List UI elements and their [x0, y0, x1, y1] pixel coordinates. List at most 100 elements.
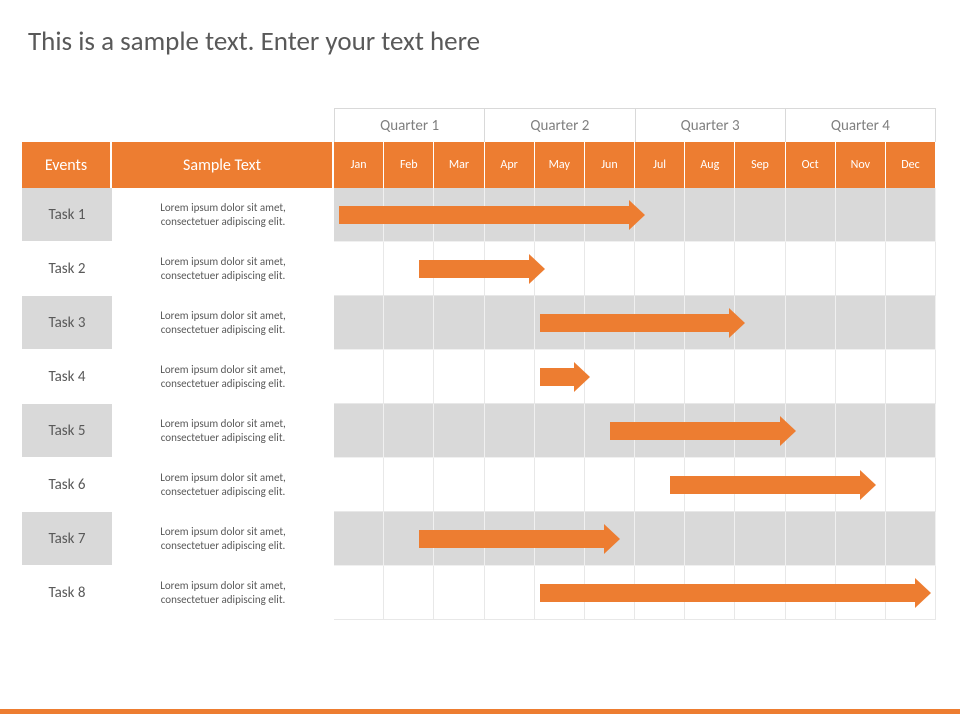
task-label: Task 5 — [22, 404, 112, 458]
grid-cell — [485, 512, 535, 566]
grid-cell — [886, 296, 936, 350]
grid-area — [334, 242, 936, 296]
header-sample-text: Sample Text — [112, 142, 334, 188]
grid-cell — [635, 512, 685, 566]
grid-cell — [685, 350, 735, 404]
grid-cell — [434, 404, 484, 458]
grid-cell — [384, 350, 434, 404]
task-label: Task 4 — [22, 350, 112, 404]
grid-cell — [685, 458, 735, 512]
grid-cell — [786, 296, 836, 350]
grid-cell — [485, 404, 535, 458]
grid-cell — [786, 404, 836, 458]
grid-cell — [485, 458, 535, 512]
grid-cell — [786, 350, 836, 404]
grid-cell — [585, 350, 635, 404]
grid-cell — [886, 512, 936, 566]
grid-cell — [886, 404, 936, 458]
grid-cell — [535, 566, 585, 620]
grid-cell — [334, 242, 384, 296]
grid-cell — [334, 512, 384, 566]
month-label: Apr — [485, 142, 535, 188]
grid-cell — [886, 188, 936, 242]
grid-cell — [485, 188, 535, 242]
grid-cell — [635, 404, 685, 458]
grid-cell — [384, 458, 434, 512]
grid-cell — [384, 296, 434, 350]
task-row: Task 5Lorem ipsum dolor sit amet,consect… — [22, 404, 936, 458]
grid-cell — [836, 188, 886, 242]
grid-cell — [886, 350, 936, 404]
grid-cell — [585, 566, 635, 620]
grid-cell — [836, 350, 886, 404]
month-label: Nov — [836, 142, 886, 188]
task-label: Task 6 — [22, 458, 112, 512]
spacer — [22, 108, 334, 142]
grid-cell — [886, 242, 936, 296]
grid-cell — [735, 512, 785, 566]
grid-cell — [434, 350, 484, 404]
grid-cell — [434, 566, 484, 620]
grid-cell — [836, 404, 886, 458]
grid-cell — [434, 512, 484, 566]
month-label: Oct — [786, 142, 836, 188]
grid-area — [334, 458, 936, 512]
grid-area — [334, 566, 936, 620]
grid-cell — [735, 566, 785, 620]
month-label: Jun — [585, 142, 635, 188]
grid-cell — [685, 188, 735, 242]
task-row: Task 4Lorem ipsum dolor sit amet,consect… — [22, 350, 936, 404]
grid-cell — [635, 188, 685, 242]
task-label: Task 2 — [22, 242, 112, 296]
grid-cell — [685, 566, 735, 620]
grid-cell — [886, 458, 936, 512]
grid-cell — [735, 296, 785, 350]
grid-cell — [334, 350, 384, 404]
grid-cell — [786, 512, 836, 566]
grid-cell — [434, 296, 484, 350]
grid-cell — [685, 296, 735, 350]
header-events: Events — [22, 142, 112, 188]
grid-cell — [585, 404, 635, 458]
grid-area — [334, 404, 936, 458]
grid-cell — [735, 188, 785, 242]
grid-cell — [535, 458, 585, 512]
grid-cell — [836, 296, 886, 350]
grid-cell — [384, 566, 434, 620]
month-label: Dec — [886, 142, 936, 188]
grid-cell — [735, 242, 785, 296]
grid-cell — [384, 242, 434, 296]
task-description: Lorem ipsum dolor sit amet,consectetuer … — [112, 350, 334, 404]
task-row: Task 1Lorem ipsum dolor sit amet,consect… — [22, 188, 936, 242]
grid-cell — [836, 512, 886, 566]
grid-cell — [334, 188, 384, 242]
task-label: Task 1 — [22, 188, 112, 242]
task-row: Task 2Lorem ipsum dolor sit amet,consect… — [22, 242, 936, 296]
grid-area — [334, 350, 936, 404]
task-description: Lorem ipsum dolor sit amet,consectetuer … — [112, 458, 334, 512]
quarter-label: Quarter 4 — [785, 108, 936, 142]
grid-cell — [535, 296, 585, 350]
grid-cell — [635, 242, 685, 296]
grid-cell — [635, 458, 685, 512]
grid-cell — [434, 458, 484, 512]
grid-cell — [535, 404, 585, 458]
grid-cell — [685, 512, 735, 566]
month-label: Jul — [635, 142, 685, 188]
footer-accent-bar — [0, 709, 960, 714]
grid-cell — [685, 404, 735, 458]
grid-cell — [585, 512, 635, 566]
grid-cell — [434, 242, 484, 296]
gantt-chart: Quarter 1 Quarter 2 Quarter 3 Quarter 4 … — [22, 108, 936, 620]
grid-cell — [485, 350, 535, 404]
grid-cell — [334, 404, 384, 458]
grid-cell — [786, 566, 836, 620]
task-description: Lorem ipsum dolor sit amet,consectetuer … — [112, 512, 334, 566]
task-label: Task 8 — [22, 566, 112, 620]
page-title: This is a sample text. Enter your text h… — [0, 0, 960, 58]
task-row: Task 7Lorem ipsum dolor sit amet,consect… — [22, 512, 936, 566]
grid-cell — [485, 566, 535, 620]
task-description: Lorem ipsum dolor sit amet,consectetuer … — [112, 296, 334, 350]
grid-cell — [685, 242, 735, 296]
quarter-label: Quarter 1 — [334, 108, 484, 142]
